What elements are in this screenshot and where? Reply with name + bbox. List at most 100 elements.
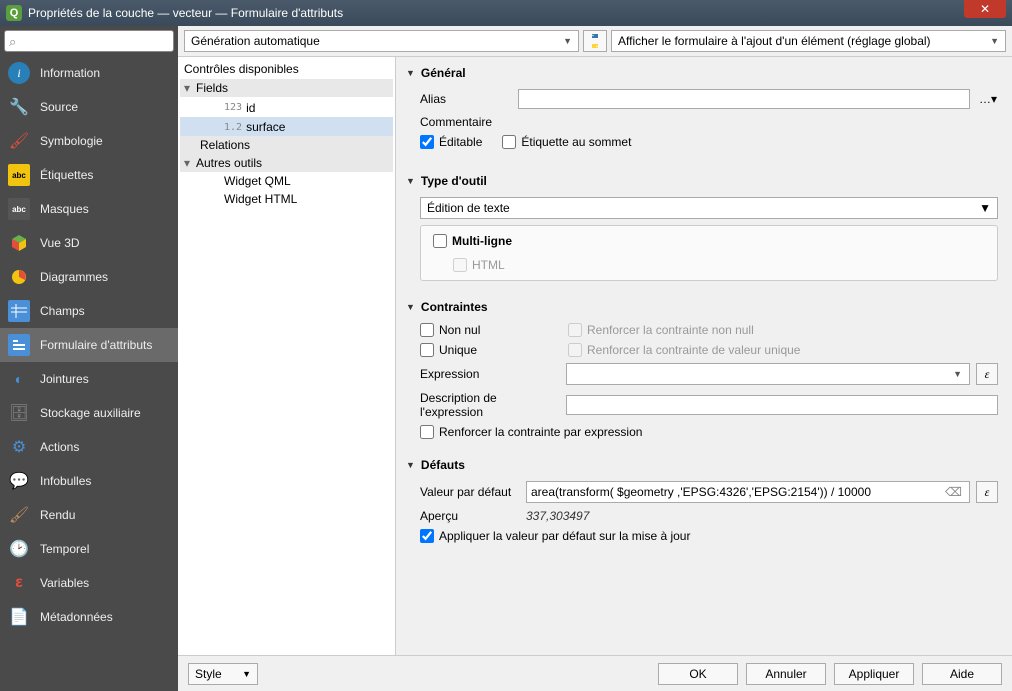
tree-group-fields[interactable]: ▾Fields bbox=[180, 79, 393, 97]
chevron-down-icon[interactable]: ▼ bbox=[950, 369, 965, 379]
tree-widget-qml[interactable]: Widget QML bbox=[180, 172, 393, 190]
combo-value: Génération automatique bbox=[191, 34, 320, 48]
default-value-input[interactable]: ⌫ bbox=[526, 481, 970, 503]
info-icon: i bbox=[8, 62, 30, 84]
sidebar-item-rendering[interactable]: 🖌 Rendu bbox=[0, 498, 178, 532]
widget-options-box: Multi-ligne HTML bbox=[420, 225, 998, 281]
section-defaults: ▼ Défauts Valeur par défaut ⌫ ε bbox=[406, 455, 1002, 549]
sidebar-item-label: Masques bbox=[40, 202, 89, 216]
sidebar-item-label: Étiquettes bbox=[40, 168, 93, 182]
source-icon: 🔧 bbox=[8, 96, 30, 118]
tree-widget-html[interactable]: Widget HTML bbox=[180, 190, 393, 208]
preview-value: 337,303497 bbox=[526, 509, 589, 523]
section-toggle-general[interactable]: ▼ Général bbox=[406, 63, 1002, 83]
tree-field-id[interactable]: 123id bbox=[180, 97, 393, 117]
labels-icon: abc bbox=[8, 164, 30, 186]
ok-button[interactable]: OK bbox=[658, 663, 738, 685]
cube-icon bbox=[8, 232, 30, 254]
sidebar-item-label: Formulaire d'attributs bbox=[40, 338, 152, 352]
enforce-expression-checkbox[interactable]: Renforcer la contrainte par expression bbox=[420, 425, 998, 439]
triangle-down-icon: ▼ bbox=[406, 176, 415, 186]
sidebar-item-label: Vue 3D bbox=[40, 236, 80, 250]
expression-desc-input[interactable] bbox=[566, 395, 998, 415]
diagram-icon bbox=[8, 266, 30, 288]
main-panel: Génération automatique ▼ Afficher le for… bbox=[178, 26, 1012, 691]
sidebar-item-label: Diagrammes bbox=[40, 270, 108, 284]
actions-icon: ⚙ bbox=[8, 436, 30, 458]
not-null-checkbox[interactable]: Non nul bbox=[420, 323, 560, 337]
dialog-button-bar: Style ▼ OK Annuler Appliquer Aide bbox=[178, 655, 1012, 691]
tree-field-surface[interactable]: 1.2surface bbox=[180, 117, 393, 137]
sidebar-search: ⌕ bbox=[0, 26, 178, 56]
triangle-down-icon: ▼ bbox=[406, 302, 415, 312]
layout-mode-combo[interactable]: Génération automatique ▼ bbox=[184, 30, 579, 52]
tree-group-other[interactable]: ▾Autres outils bbox=[180, 154, 393, 172]
close-button[interactable]: ✕ bbox=[964, 0, 1006, 18]
form-display-combo[interactable]: Afficher le formulaire à l'ajout d'un él… bbox=[611, 30, 1006, 52]
sidebar-item-actions[interactable]: ⚙ Actions bbox=[0, 430, 178, 464]
storage-icon: 🗄 bbox=[8, 402, 30, 424]
multiline-checkbox[interactable]: Multi-ligne bbox=[433, 234, 985, 248]
section-toggle-defaults[interactable]: ▼ Défauts bbox=[406, 455, 1002, 475]
sidebar-item-label: Source bbox=[40, 100, 78, 114]
sidebar-item-label: Champs bbox=[40, 304, 85, 318]
sidebar-item-symbology[interactable]: 🖌 Symbologie bbox=[0, 124, 178, 158]
expression-builder-button[interactable]: ε bbox=[976, 363, 998, 385]
search-icon: ⌕ bbox=[9, 34, 16, 50]
expression-builder-button[interactable]: ε bbox=[976, 481, 998, 503]
sidebar-item-label: Variables bbox=[40, 576, 89, 590]
sidebar-item-source[interactable]: 🔧 Source bbox=[0, 90, 178, 124]
constraint-expression-input[interactable]: ▼ bbox=[566, 363, 970, 385]
chevron-down-icon: ▼ bbox=[979, 201, 991, 215]
label-on-top-checkbox[interactable]: Étiquette au sommet bbox=[502, 135, 631, 149]
alias-options-button[interactable]: …▾ bbox=[978, 92, 998, 106]
default-value-label: Valeur par défaut bbox=[420, 485, 520, 499]
fields-icon bbox=[8, 300, 30, 322]
python-button[interactable] bbox=[583, 30, 607, 52]
sidebar-item-aux-storage[interactable]: 🗄 Stockage auxiliaire bbox=[0, 396, 178, 430]
sidebar-item-display[interactable]: 💬 Infobulles bbox=[0, 464, 178, 498]
sidebar-item-attributes-form[interactable]: Formulaire d'attributs bbox=[0, 328, 178, 362]
sidebar-item-information[interactable]: i Information bbox=[0, 56, 178, 90]
apply-on-update-checkbox[interactable]: Appliquer la valeur par défaut sur la mi… bbox=[420, 529, 998, 543]
help-button[interactable]: Aide bbox=[922, 663, 1002, 685]
sidebar-item-label: Symbologie bbox=[40, 134, 103, 148]
style-menu-button[interactable]: Style ▼ bbox=[188, 663, 258, 685]
sidebar-item-metadata[interactable]: 📄 Métadonnées bbox=[0, 600, 178, 634]
sidebar-item-3dview[interactable]: Vue 3D bbox=[0, 226, 178, 260]
preview-label: Aperçu bbox=[420, 509, 520, 523]
alias-label: Alias bbox=[420, 92, 510, 106]
chevron-down-icon: ▼ bbox=[563, 36, 572, 46]
sidebar-item-masks[interactable]: abc Masques bbox=[0, 192, 178, 226]
sidebar-item-labels[interactable]: abc Étiquettes bbox=[0, 158, 178, 192]
enforce-not-null-checkbox: Renforcer la contrainte non null bbox=[568, 323, 754, 337]
sidebar-item-variables[interactable]: ε Variables bbox=[0, 566, 178, 600]
sidebar-item-diagrams[interactable]: Diagrammes bbox=[0, 260, 178, 294]
comment-label: Commentaire bbox=[420, 115, 510, 129]
epsilon-icon: ε bbox=[8, 572, 30, 594]
chevron-down-icon: ▼ bbox=[990, 36, 999, 46]
tree-group-relations[interactable]: Relations bbox=[180, 136, 393, 154]
alias-input[interactable] bbox=[518, 89, 970, 109]
clear-icon[interactable]: ⌫ bbox=[942, 485, 965, 499]
cancel-button[interactable]: Annuler bbox=[746, 663, 826, 685]
sidebar-item-label: Temporel bbox=[40, 542, 89, 556]
form-icon bbox=[8, 334, 30, 356]
sidebar-item-label: Stockage auxiliaire bbox=[40, 406, 141, 420]
unique-checkbox[interactable]: Unique bbox=[420, 343, 560, 357]
window-title: Propriétés de la couche — vecteur — Form… bbox=[28, 6, 964, 20]
expression-label: Expression bbox=[420, 367, 560, 381]
metadata-icon: 📄 bbox=[8, 606, 30, 628]
sidebar-item-label: Infobulles bbox=[40, 474, 91, 488]
apply-button[interactable]: Appliquer bbox=[834, 663, 914, 685]
editable-checkbox[interactable]: Éditable bbox=[420, 135, 482, 149]
search-input[interactable] bbox=[4, 30, 174, 52]
sidebar-item-temporal[interactable]: 🕑 Temporel bbox=[0, 532, 178, 566]
sidebar-item-joins[interactable]: ◐ Jointures bbox=[0, 362, 178, 396]
sidebar-item-fields[interactable]: Champs bbox=[0, 294, 178, 328]
app-icon: Q bbox=[6, 5, 22, 21]
widget-type-combo[interactable]: Édition de texte ▼ bbox=[420, 197, 998, 219]
section-toggle-constraints[interactable]: ▼ Contraintes bbox=[406, 297, 1002, 317]
section-toggle-widget[interactable]: ▼ Type d'outil bbox=[406, 171, 1002, 191]
chevron-down-icon: ▼ bbox=[242, 669, 251, 679]
